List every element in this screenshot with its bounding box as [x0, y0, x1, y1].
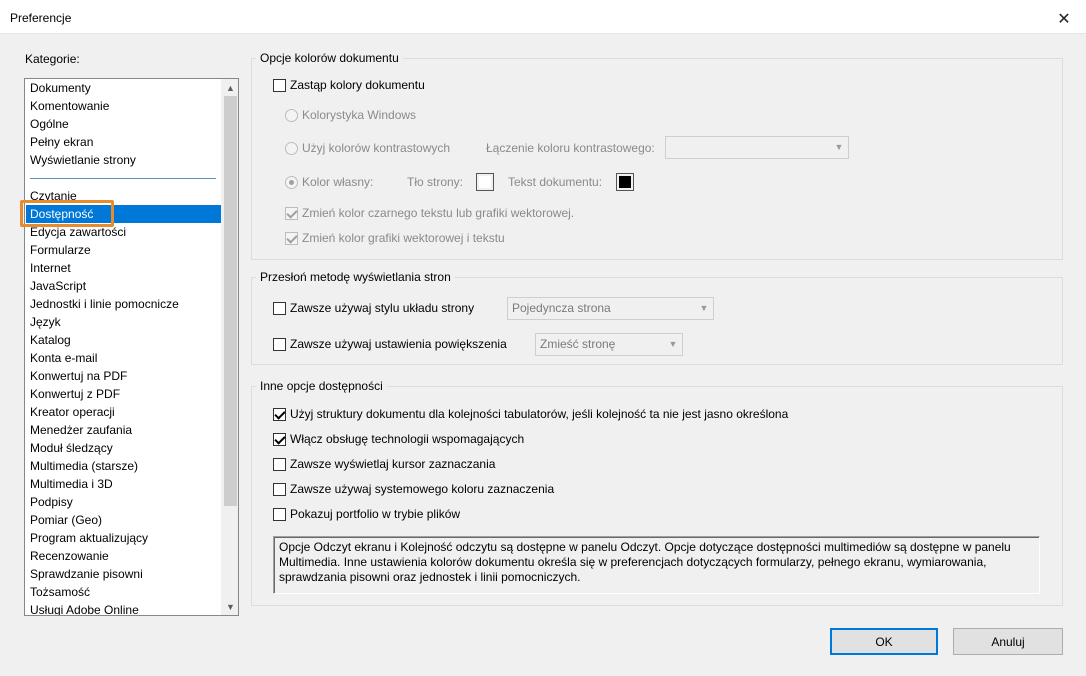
category-item[interactable]: Program aktualizujący [26, 529, 221, 547]
portfolio-files-label: Pokazuj portfolio w trybie plików [290, 507, 461, 521]
zoom-value: Zmieść stronę [540, 337, 616, 351]
category-item[interactable]: Konwertuj na PDF [26, 367, 221, 385]
category-item[interactable]: Konwertuj z PDF [26, 385, 221, 403]
high-contrast-radio[interactable] [285, 141, 298, 155]
page-bg-swatch[interactable] [476, 173, 494, 191]
category-item[interactable]: Jednostki i linie pomocnicze [26, 295, 221, 313]
categories-list[interactable]: Dokumenty Komentowanie Ogólne Pełny ekran Wy… [24, 78, 239, 616]
portfolio-files-row[interactable]: Pokazuj portfolio w trybie plików [273, 507, 460, 521]
tab-order-row[interactable]: Użyj struktury dokumentu dla kolejności … [273, 407, 788, 421]
replace-colors-label: Zastąp kolory dokumentu [290, 78, 425, 92]
page-layout-label: Zawsze używaj stylu układu strony [290, 301, 475, 315]
categories-label: Kategorie: [25, 52, 80, 66]
override-view-title: Przesłoń metodę wyświetlania stron [256, 270, 455, 284]
category-item[interactable]: Pomiar (Geo) [26, 511, 221, 529]
categories-scrollbar[interactable]: ▲ ▼ [221, 79, 238, 615]
category-item[interactable]: Internet [26, 259, 221, 277]
show-cursor-row[interactable]: Zawsze wyświetlaj kursor zaznaczania [273, 457, 495, 471]
category-item[interactable]: Kreator operacji [26, 403, 221, 421]
cancel-button[interactable]: Anuluj [953, 628, 1063, 655]
system-selection-row[interactable]: Zawsze używaj systemowego koloru zaznacz… [273, 482, 554, 496]
chevron-down-icon: ▼ [699, 303, 709, 313]
zoom-checkbox[interactable] [273, 337, 286, 351]
category-item[interactable]: Pełny ekran [26, 133, 221, 151]
doc-text-swatch[interactable] [616, 173, 634, 191]
zoom-dropdown[interactable]: Zmieść stronę ▼ [535, 333, 683, 356]
scroll-up-icon[interactable]: ▲ [222, 79, 238, 96]
assistive-tech-row[interactable]: Włącz obsługę technologii wspomagających [273, 432, 524, 446]
scroll-down-icon[interactable]: ▼ [222, 598, 238, 615]
show-cursor-checkbox[interactable] [273, 457, 286, 471]
category-item[interactable]: JavaScript [26, 277, 221, 295]
category-item[interactable]: Multimedia (starsze) [26, 457, 221, 475]
page-layout-row[interactable]: Zawsze używaj stylu układu strony [273, 301, 474, 315]
tab-order-label: Użyj struktury dokumentu dla kolejności … [290, 407, 789, 421]
category-item[interactable]: Moduł śledzący [26, 439, 221, 457]
custom-color-radio[interactable] [285, 175, 298, 189]
category-item[interactable]: Konta e-mail [26, 349, 221, 367]
category-item[interactable]: Czytanie [26, 187, 221, 205]
category-item[interactable]: Wyświetlanie strony [26, 151, 221, 169]
tab-order-checkbox[interactable] [273, 407, 286, 421]
close-icon[interactable]: ✕ [1042, 4, 1086, 34]
chevron-down-icon: ▼ [668, 339, 678, 349]
contrast-combo-dropdown[interactable]: ▼ [665, 136, 849, 159]
category-item[interactable]: Sprawdzanie pisowni [26, 565, 221, 583]
page-bg-label: Tło strony: [407, 175, 464, 189]
page-layout-checkbox[interactable] [273, 301, 286, 315]
category-item[interactable]: Komentowanie [26, 97, 221, 115]
custom-color-row[interactable]: Kolor własny: [285, 175, 373, 189]
portfolio-files-checkbox[interactable] [273, 507, 286, 521]
high-contrast-label: Użyj kolorów kontrastowych [302, 141, 451, 155]
chevron-down-icon: ▼ [834, 142, 844, 152]
windows-scheme-label: Kolorystyka Windows [302, 108, 417, 122]
info-text-box: Opcje Odczyt ekranu i Kolejność odczytu … [273, 536, 1040, 594]
show-cursor-label: Zawsze wyświetlaj kursor zaznaczania [290, 457, 496, 471]
category-item[interactable]: Język [26, 313, 221, 331]
scroll-thumb[interactable] [224, 96, 237, 506]
custom-color-label: Kolor własny: [302, 175, 374, 189]
zoom-row[interactable]: Zawsze używaj ustawienia powiększenia [273, 337, 507, 351]
windows-scheme-row[interactable]: Kolorystyka Windows [285, 108, 416, 122]
system-selection-label: Zawsze używaj systemowego koloru zaznacz… [290, 482, 555, 496]
page-bg-color [479, 176, 491, 188]
category-item[interactable]: Dokumenty [26, 79, 221, 97]
category-item[interactable]: Podpisy [26, 493, 221, 511]
change-black-text-checkbox[interactable] [285, 206, 298, 220]
change-black-text-row[interactable]: Zmień kolor czarnego tekstu lub grafiki … [285, 206, 574, 220]
category-item[interactable]: Menedżer zaufania [26, 421, 221, 439]
window-title: Preferencje [10, 11, 72, 25]
system-selection-checkbox[interactable] [273, 482, 286, 496]
windows-scheme-radio[interactable] [285, 108, 298, 122]
zoom-label: Zawsze używaj ustawienia powiększenia [290, 337, 507, 351]
replace-colors-row[interactable]: Zastąp kolory dokumentu [273, 78, 425, 92]
doc-text-color [619, 176, 631, 188]
category-separator [30, 178, 216, 179]
category-item-selected[interactable]: Dostępność [26, 205, 221, 223]
category-item[interactable]: Recenzowanie [26, 547, 221, 565]
other-options-title: Inne opcje dostępności [256, 379, 387, 393]
assistive-tech-label: Włącz obsługę technologii wspomagających [290, 432, 525, 446]
category-item[interactable]: Usługi Adobe Online [26, 601, 221, 615]
ok-button[interactable]: OK [830, 628, 938, 655]
assistive-tech-checkbox[interactable] [273, 432, 286, 446]
doc-colors-title: Opcje kolorów dokumentu [256, 51, 403, 65]
category-item[interactable]: Multimedia i 3D [26, 475, 221, 493]
category-item[interactable]: Ogólne [26, 115, 221, 133]
page-layout-value: Pojedyncza strona [512, 301, 611, 315]
category-item[interactable]: Tożsamość [26, 583, 221, 601]
change-vector-row[interactable]: Zmień kolor grafiki wektorowej i tekstu [285, 231, 505, 245]
change-black-text-label: Zmień kolor czarnego tekstu lub grafiki … [302, 206, 575, 220]
title-bar: Preferencje ✕ [0, 4, 1086, 34]
change-vector-label: Zmień kolor grafiki wektorowej i tekstu [302, 231, 505, 245]
doc-text-label: Tekst dokumentu: [508, 175, 603, 189]
category-item[interactable]: Formularze [26, 241, 221, 259]
category-item[interactable]: Katalog [26, 331, 221, 349]
contrast-combo-label: Łączenie koloru kontrastowego: [486, 141, 655, 155]
replace-colors-checkbox[interactable] [273, 78, 286, 92]
high-contrast-row[interactable]: Użyj kolorów kontrastowych [285, 141, 450, 155]
change-vector-checkbox[interactable] [285, 231, 298, 245]
page-layout-dropdown[interactable]: Pojedyncza strona ▼ [507, 297, 714, 320]
category-item[interactable]: Edycja zawartości [26, 223, 221, 241]
